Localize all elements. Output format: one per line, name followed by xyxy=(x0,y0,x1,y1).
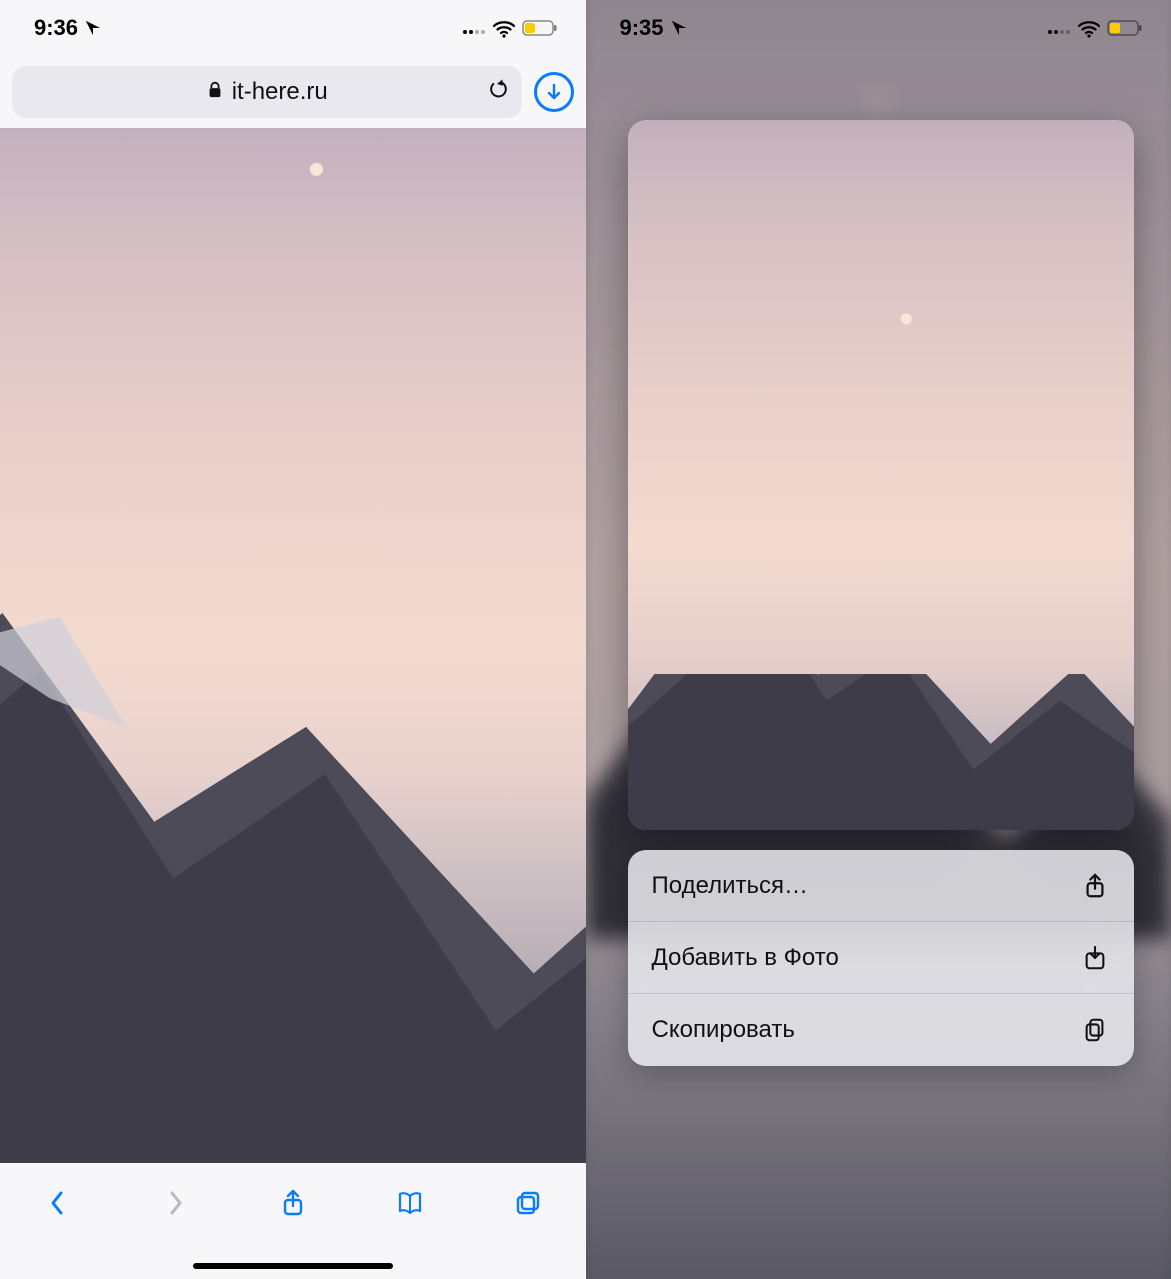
menu-item-label: Добавить в Фото xyxy=(652,944,839,972)
downloads-button[interactable] xyxy=(534,72,574,112)
browser-top-chrome: 9:36 it-here.ru xyxy=(0,0,586,128)
lock-icon xyxy=(206,78,224,106)
bookmarks-button[interactable] xyxy=(388,1181,432,1225)
status-time: 9:36 xyxy=(34,15,78,41)
battery-icon xyxy=(1107,15,1143,41)
menu-item-add-to-photos[interactable]: Добавить в Фото xyxy=(628,922,1134,994)
tabs-button[interactable] xyxy=(506,1181,550,1225)
share-button[interactable] xyxy=(271,1181,315,1225)
save-image-icon xyxy=(1080,944,1110,972)
image-preview-card[interactable] xyxy=(628,120,1134,830)
location-icon xyxy=(84,19,102,37)
page-content-image[interactable] xyxy=(0,128,586,1163)
forward-button xyxy=(153,1181,197,1225)
menu-item-copy[interactable]: Скопировать xyxy=(628,994,1134,1066)
context-menu: Поделиться… Добавить в Фото Скопировать xyxy=(628,850,1134,1066)
back-button[interactable] xyxy=(36,1181,80,1225)
browser-toolbar xyxy=(0,1163,586,1279)
status-bar: 9:36 xyxy=(0,0,586,56)
mountain-shape xyxy=(628,674,1134,830)
wifi-icon xyxy=(1077,18,1101,38)
screenshot-context-menu: 9:35 Поделиться… Добавить в Фото Скопиро… xyxy=(586,0,1171,1279)
share-icon xyxy=(1080,872,1110,900)
mountain-shape xyxy=(0,594,586,1163)
screenshot-safari: 9:36 it-here.ru xyxy=(0,0,586,1279)
home-indicator[interactable] xyxy=(193,1263,393,1269)
menu-item-label: Поделиться… xyxy=(652,872,809,900)
status-bar: 9:35 xyxy=(586,0,1171,56)
url-text: it-here.ru xyxy=(232,78,328,106)
menu-item-share[interactable]: Поделиться… xyxy=(628,850,1134,922)
reload-button[interactable] xyxy=(486,78,508,107)
copy-icon xyxy=(1080,1016,1110,1044)
location-icon xyxy=(670,19,688,37)
cellular-icon xyxy=(462,20,486,36)
battery-icon xyxy=(522,15,558,41)
cellular-icon xyxy=(1047,20,1071,36)
wifi-icon xyxy=(492,18,516,38)
menu-item-label: Скопировать xyxy=(652,1016,795,1044)
address-bar[interactable]: it-here.ru xyxy=(12,66,522,118)
status-time: 9:35 xyxy=(620,15,664,41)
